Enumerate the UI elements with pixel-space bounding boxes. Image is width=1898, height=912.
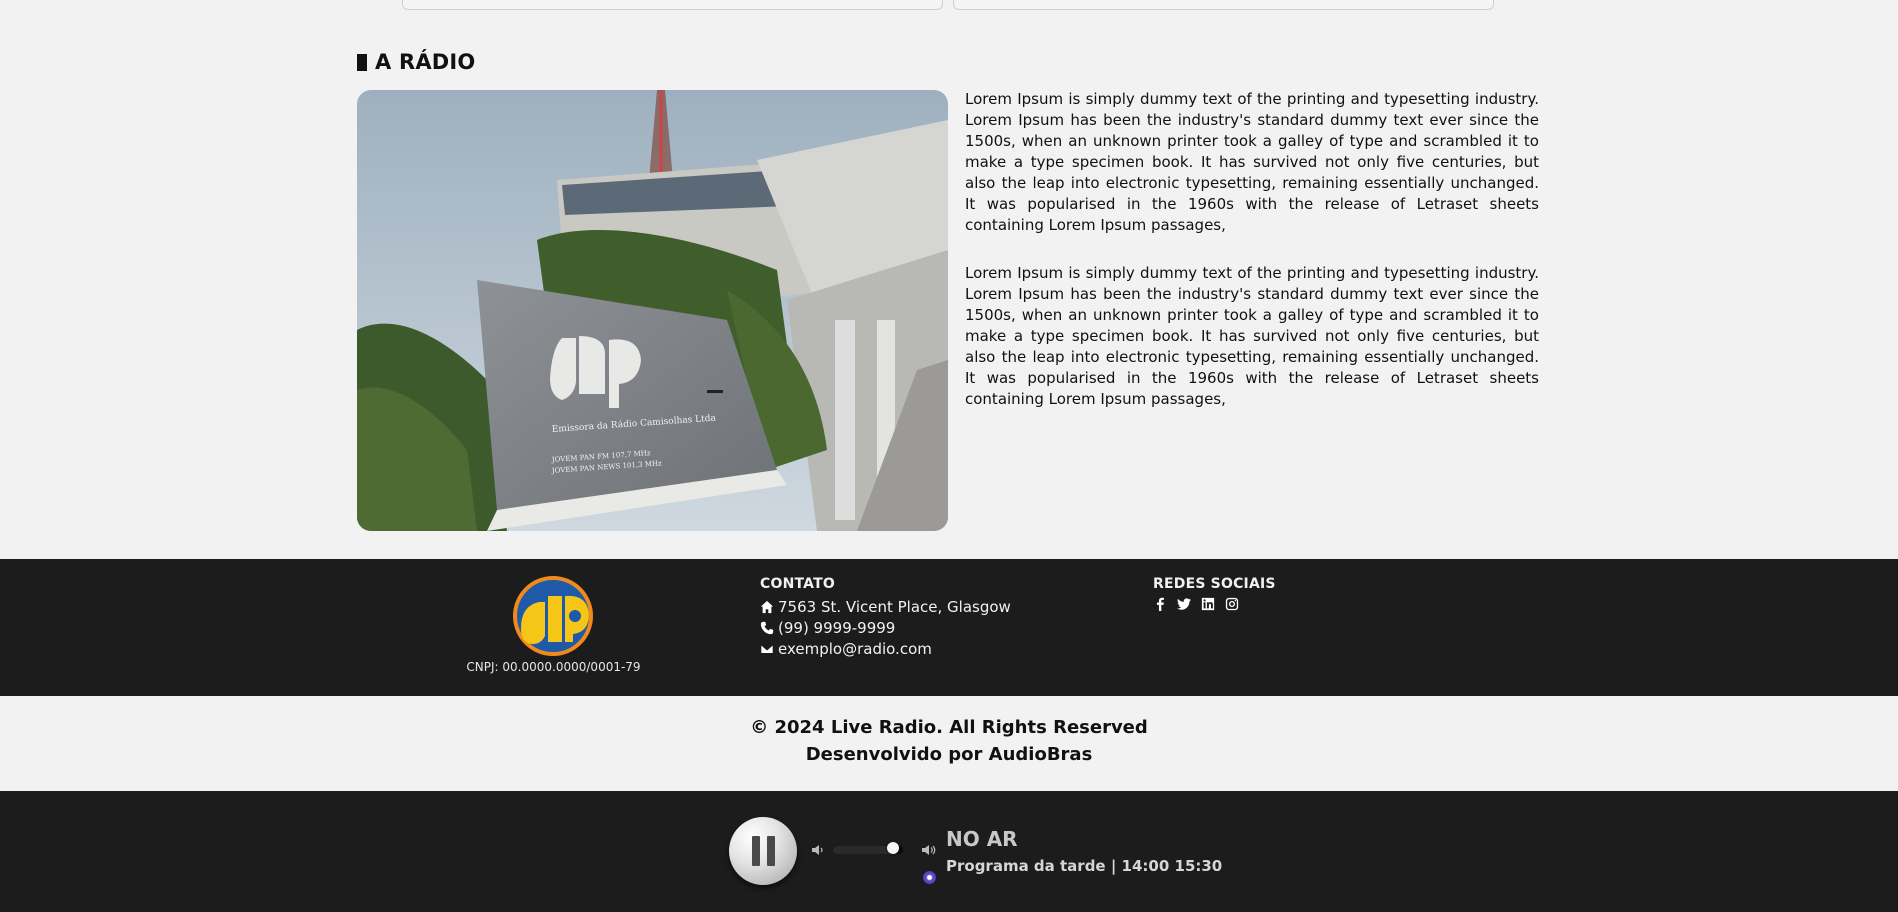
on-air-label: NO AR [946, 827, 1018, 851]
instagram-icon[interactable] [1225, 596, 1239, 612]
home-icon [760, 600, 774, 613]
twitter-icon[interactable] [1177, 596, 1191, 612]
title-marker [357, 53, 367, 71]
about-paragraph: Lorem Ipsum is simply dummy text of the … [965, 90, 1539, 234]
phone-icon [760, 621, 774, 634]
card-bottom-edge [402, 0, 943, 10]
social-section: REDES SOCIAIS [1153, 576, 1276, 612]
section-title-text: A RÁDIO [375, 50, 476, 74]
about-text: Lorem Ipsum is simply dummy text of the … [965, 89, 1539, 410]
social-heading: REDES SOCIAIS [1153, 576, 1276, 592]
facebook-icon[interactable] [1153, 596, 1167, 612]
station-photo-illustration: Emissora da Rádio Camisolhas Ltda JOVEM … [357, 90, 948, 531]
jovem-pan-logo-icon[interactable] [507, 576, 599, 656]
developer-credit: Desenvolvido por AudioBras [805, 744, 1093, 765]
contact-section: CONTATO 7563 St. Vicent Place, Glasgow (… [760, 576, 1011, 659]
live-indicator-icon [923, 871, 936, 884]
pause-icon-bar [766, 836, 775, 866]
address-text: 7563 St. Vicent Place, Glasgow [778, 597, 1011, 616]
program-info: Programa da tarde | 14:00 15:30 [946, 857, 1223, 875]
volume-fill [833, 846, 893, 854]
email-row: exemplo@radio.com [760, 638, 1011, 659]
footer: CNPJ: 00.0000.0000/0001-79 CONTATO 7563 … [0, 559, 1898, 696]
pause-icon [751, 836, 760, 866]
cnpj-text: CNPJ: 00.0000.0000/0001-79 [466, 660, 641, 674]
linkedin-icon[interactable] [1201, 596, 1215, 612]
pause-button[interactable] [729, 817, 797, 885]
station-photo: Emissora da Rádio Camisolhas Ltda JOVEM … [357, 90, 948, 531]
address-row: 7563 St. Vicent Place, Glasgow [760, 596, 1011, 617]
top-cards [402, 0, 1494, 10]
card-bottom-edge [953, 0, 1494, 10]
copyright-line: © 2024 Live Radio. All Rights Reserved [750, 717, 1148, 738]
phone-row: (99) 9999-9999 [760, 617, 1011, 638]
phone-text[interactable]: (99) 9999-9999 [778, 619, 895, 637]
volume-high-icon[interactable] [921, 843, 937, 857]
copyright: © 2024 Live Radio. All Rights Reserved D… [0, 714, 1898, 768]
volume-low-icon[interactable] [811, 843, 825, 857]
audio-player: NO AR Programa da tarde | 14:00 15:30 [0, 791, 1898, 912]
social-icons [1153, 596, 1276, 612]
envelope-icon [760, 643, 774, 654]
email-link[interactable]: exemplo@radio.com [778, 640, 932, 658]
section-title: A RÁDIO [357, 50, 475, 74]
volume-thumb[interactable] [886, 842, 899, 854]
about-paragraph: Lorem Ipsum is simply dummy text of the … [965, 264, 1539, 408]
contact-heading: CONTATO [760, 576, 835, 592]
